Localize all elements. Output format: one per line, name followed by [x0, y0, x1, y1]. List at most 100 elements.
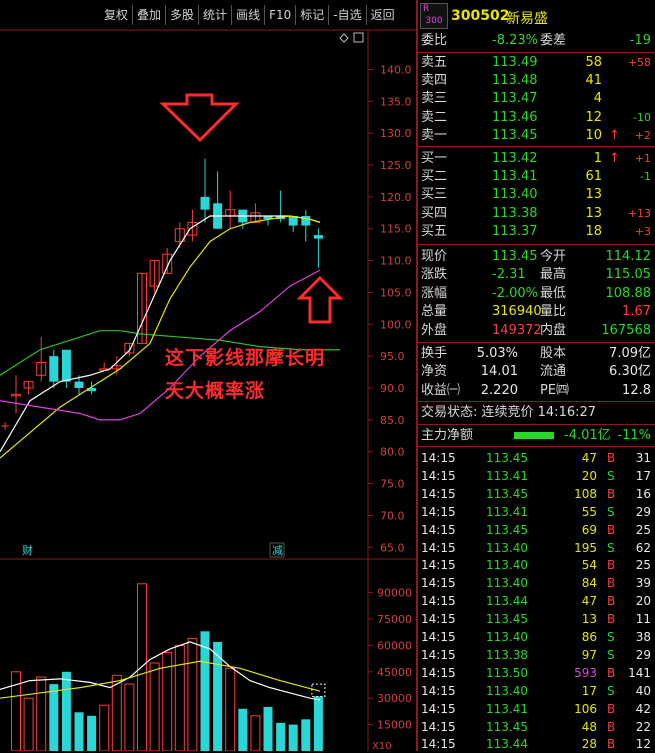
volume-bar[interactable]: [187, 637, 198, 751]
tick-price: 113.40: [486, 683, 528, 698]
quote-label: 总量: [421, 304, 448, 320]
candle-body[interactable]: [313, 235, 323, 239]
tick-side: B: [607, 612, 616, 627]
trade-status: 交易状态: 连续竞价 14:16:27: [421, 405, 597, 420]
tick-count: 31: [635, 451, 651, 465]
volume-bar[interactable]: [137, 583, 147, 751]
quote-label: 量比: [540, 304, 567, 320]
volume-bar[interactable]: [276, 722, 286, 751]
candle-body[interactable]: [49, 356, 59, 382]
volume-bar[interactable]: [174, 644, 185, 751]
volume-bar[interactable]: [313, 696, 323, 751]
sell-level-2[interactable]: 卖二 113.46 12 -10: [418, 109, 655, 127]
volume-bar[interactable]: [87, 715, 97, 751]
tick-price: 113.45: [486, 486, 528, 501]
buy-level-4[interactable]: 买四 113.38 13 +13: [418, 205, 655, 223]
buy-level-5-volume: 18: [585, 223, 602, 239]
tick-count: 11: [635, 612, 651, 627]
main-flow-pct: -11%: [617, 428, 651, 443]
tick-row: 14:15 113.41 55 S 29: [418, 503, 655, 521]
price-axis-label: 125.0: [380, 159, 412, 172]
expand-icon[interactable]: [353, 32, 364, 43]
price-axis-label: 90.0: [380, 382, 405, 395]
buy-level-3[interactable]: 买三 113.40 13: [418, 186, 655, 204]
sell-level-5-price: 113.49: [492, 55, 538, 70]
price-axis-label: 115.0: [380, 223, 412, 236]
buy-level-3-volume: 13: [585, 187, 602, 203]
candle-body[interactable]: [200, 196, 210, 210]
tick-volume: 47: [581, 594, 597, 609]
buy-level-5-change: +3: [634, 224, 651, 238]
main-flow-value: -4.01亿: [564, 428, 611, 443]
tick-volume: 54: [581, 558, 597, 573]
tick-volume: 97: [581, 647, 597, 662]
candle-body[interactable]: [74, 381, 84, 388]
volume-bar[interactable]: [200, 631, 210, 751]
tick-volume: 108: [574, 486, 597, 501]
volume-bar[interactable]: [124, 683, 135, 751]
volume-bar[interactable]: [36, 676, 47, 751]
tick-side: B: [607, 719, 616, 734]
volume-bar[interactable]: [288, 724, 298, 751]
sell-level-1[interactable]: 卖一 113.45 10 ↑ +2: [418, 127, 655, 145]
tick-time: 14:15: [421, 594, 456, 609]
price-axis-label: 95.0: [380, 350, 405, 363]
tick-count: 22: [635, 719, 651, 734]
market-badge: R 300: [420, 3, 448, 29]
volume-bar[interactable]: [263, 707, 273, 751]
volume-bar[interactable]: [250, 715, 261, 751]
volume-bar[interactable]: [149, 662, 160, 751]
tick-side: B: [607, 486, 616, 501]
tick-count: 17: [635, 468, 651, 483]
quote-value: 316940: [492, 304, 542, 320]
sell-level-3[interactable]: 卖三 113.47 4: [418, 90, 655, 108]
main-flow-label: 主力净额: [421, 428, 474, 443]
tick-volume: 55: [581, 504, 597, 519]
tick-price: 113.45: [486, 612, 528, 627]
tick-side: S: [607, 504, 615, 519]
buy-level-5[interactable]: 买五 113.37 18 +3: [418, 223, 655, 241]
stock-name: 新易盛: [506, 11, 548, 27]
tick-side: S: [607, 683, 615, 698]
tick-side: B: [607, 737, 616, 752]
tick-price: 113.41: [486, 701, 528, 716]
diamond-icon[interactable]: [339, 33, 349, 43]
volume-bar[interactable]: [99, 704, 110, 751]
volume-bar[interactable]: [61, 671, 71, 751]
fundamental-row-1: 净资 14.01 流通 6.30亿: [418, 363, 655, 381]
separator-line: [418, 401, 655, 402]
candle-body[interactable]: [61, 349, 71, 382]
buy-level-4-volume: 13: [585, 205, 602, 221]
tick-time: 14:15: [421, 719, 456, 734]
quote-value: 108.88: [605, 285, 652, 301]
sell-level-3-volume: 4: [593, 91, 602, 107]
volume-bar[interactable]: [74, 712, 84, 751]
sell-level-4[interactable]: 卖四 113.48 41: [418, 72, 655, 90]
tick-time: 14:15: [421, 683, 456, 698]
fundamental-row-0: 换手 5.03% 股本 7.09亿: [418, 345, 655, 363]
tick-side: B: [607, 576, 616, 591]
tick-price: 113.40: [486, 630, 528, 644]
tick-row: 14:15 113.44 47 B 20: [418, 592, 655, 610]
volume-bar[interactable]: [111, 674, 122, 751]
volume-bar[interactable]: [238, 708, 248, 751]
volume-bar[interactable]: [49, 684, 59, 751]
tick-volume: 84: [581, 576, 597, 591]
volume-bar[interactable]: [23, 697, 34, 751]
quote-label: 涨幅: [421, 285, 448, 301]
quote-value: 115.05: [605, 267, 652, 283]
tick-row: 14:15 113.45 69 B 25: [418, 521, 655, 539]
quote-value: 167568: [601, 322, 651, 338]
tick-time: 14:15: [421, 451, 456, 465]
volume-bar[interactable]: [301, 719, 311, 751]
tick-row: 14:15 113.40 17 S 40: [418, 682, 655, 700]
volume-bar[interactable]: [225, 667, 236, 751]
buy-level-2[interactable]: 买二 113.41 61 -1: [418, 168, 655, 186]
tick-price: 113.44: [486, 737, 528, 752]
buy-level-4-change: +13: [627, 206, 651, 220]
sell-level-5[interactable]: 卖五 113.49 58 +58: [418, 54, 655, 72]
tick-time: 14:15: [421, 504, 456, 519]
volume-axis-label: 45000: [377, 666, 412, 679]
quote-row-1: 涨跌 -2.31 最高 115.05: [418, 266, 655, 284]
buy-level-1[interactable]: 买一 113.42 1 ↑ +1: [418, 150, 655, 168]
